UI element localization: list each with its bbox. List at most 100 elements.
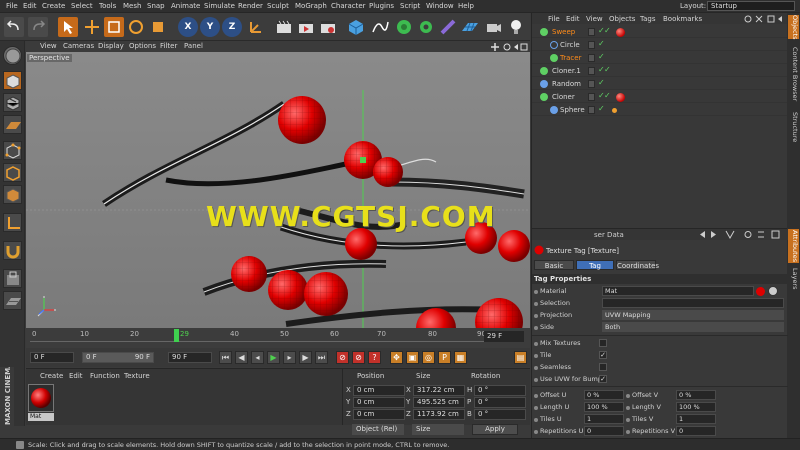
snap-button[interactable] bbox=[3, 241, 22, 260]
material-menu-function[interactable]: Function bbox=[90, 372, 120, 380]
repetitions-v-field[interactable]: 0 bbox=[676, 426, 716, 436]
rotation-p-field[interactable]: 0 ° bbox=[474, 397, 526, 408]
menu-tools[interactable]: Tools bbox=[99, 2, 116, 10]
animation-dot[interactable] bbox=[534, 378, 538, 382]
texture-tag-icon[interactable] bbox=[616, 28, 625, 37]
animation-dot[interactable] bbox=[534, 418, 538, 422]
edges-mode-button[interactable] bbox=[3, 163, 22, 182]
texture-tag-icon[interactable] bbox=[616, 93, 625, 102]
axis-y-button[interactable]: Y bbox=[200, 17, 220, 37]
animation-dot[interactable] bbox=[534, 366, 538, 370]
menu-mesh[interactable]: Mesh bbox=[123, 2, 141, 10]
timeline-window-button[interactable]: ▤ bbox=[514, 351, 527, 364]
texture-mode-button[interactable] bbox=[3, 93, 22, 112]
apply-button[interactable]: Apply bbox=[472, 424, 518, 435]
menu-simulate[interactable]: Simulate bbox=[204, 2, 235, 10]
offset-u-field[interactable]: 0 % bbox=[584, 390, 624, 400]
animation-dot[interactable] bbox=[534, 430, 538, 434]
menu-select[interactable]: Select bbox=[71, 2, 93, 10]
visibility-toggle[interactable] bbox=[588, 67, 595, 75]
workplane-mode-button[interactable] bbox=[3, 115, 22, 134]
visibility-toggle[interactable] bbox=[588, 93, 595, 101]
material-menu-edit[interactable]: Edit bbox=[69, 372, 83, 380]
viewport-menu-cameras[interactable]: Cameras bbox=[63, 42, 94, 50]
viewport-menu-view[interactable]: View bbox=[40, 42, 57, 50]
frame-ruler[interactable]: 0 10 20 29 40 50 60 70 80 90 bbox=[30, 330, 506, 342]
end-frame-field[interactable]: 90 F bbox=[168, 352, 212, 363]
go-to-end-button[interactable]: ⏭ bbox=[315, 351, 328, 364]
tab-layers[interactable]: Layers bbox=[788, 267, 799, 291]
enabled-check-icon[interactable]: ✓ bbox=[604, 26, 611, 35]
menu-edit[interactable]: Edit bbox=[23, 2, 37, 10]
visibility-toggle[interactable] bbox=[588, 106, 595, 114]
move-tool-button[interactable] bbox=[82, 17, 102, 37]
live-selection-button[interactable] bbox=[58, 17, 78, 37]
perspective-viewport[interactable]: Perspective WWW.CGTSJ.COM bbox=[26, 52, 530, 328]
key-rotation-button[interactable]: ◎ bbox=[422, 351, 435, 364]
material-menu-create[interactable]: Create bbox=[40, 372, 63, 380]
link-arrow-icon[interactable] bbox=[768, 286, 778, 296]
object-row-circle[interactable]: Circle ✓ bbox=[532, 39, 788, 51]
object-row-cloner-1[interactable]: Cloner.1 ✓ ✓ bbox=[532, 65, 788, 77]
points-mode-button[interactable] bbox=[3, 141, 22, 160]
projection-select[interactable]: UVW Mapping bbox=[602, 310, 784, 320]
viewport-menu-filter[interactable]: Filter bbox=[160, 42, 177, 50]
animation-dot[interactable] bbox=[626, 430, 630, 434]
position-z-field[interactable]: 0 cm bbox=[353, 409, 405, 420]
animation-dot[interactable] bbox=[626, 418, 630, 422]
om-menu-objects[interactable]: Objects bbox=[609, 15, 635, 23]
seamless-checkbox[interactable] bbox=[599, 363, 607, 371]
tiles-u-field[interactable]: 1 bbox=[584, 414, 624, 424]
record-button[interactable]: ⊘ bbox=[336, 351, 349, 364]
layout-select[interactable]: Startup bbox=[707, 1, 795, 11]
repetitions-u-field[interactable]: 0 bbox=[584, 426, 624, 436]
polygons-mode-button[interactable] bbox=[3, 185, 22, 204]
key-position-button[interactable]: ✥ bbox=[390, 351, 403, 364]
size-z-field[interactable]: 1173.92 cm bbox=[413, 409, 465, 420]
axis-x-button[interactable]: X bbox=[178, 17, 198, 37]
timeline-ruler[interactable]: 0 10 20 29 40 50 60 70 80 90 29 F bbox=[26, 328, 530, 348]
make-editable-button[interactable] bbox=[3, 46, 22, 65]
add-environment-button[interactable] bbox=[460, 17, 480, 37]
add-cube-button[interactable] bbox=[346, 17, 366, 37]
coordinate-mode-select[interactable]: Object (Rel) bbox=[352, 424, 404, 435]
tab-structure[interactable]: Structure bbox=[788, 109, 799, 145]
render-view-button[interactable] bbox=[274, 17, 294, 37]
menu-create[interactable]: Create bbox=[42, 2, 65, 10]
selection-field[interactable] bbox=[602, 298, 784, 308]
tab-coordinates[interactable]: Coordinates bbox=[616, 260, 659, 270]
material-name-label[interactable]: Mat bbox=[28, 413, 54, 421]
object-row-sphere[interactable]: Sphere ✓ bbox=[532, 104, 788, 116]
tab-tag[interactable]: Tag bbox=[576, 260, 614, 270]
render-settings-button[interactable] bbox=[318, 17, 338, 37]
om-header-icons[interactable] bbox=[744, 15, 784, 23]
attribute-nav-icons[interactable] bbox=[698, 230, 784, 239]
go-to-start-button[interactable]: ⏮ bbox=[219, 351, 232, 364]
add-light-button[interactable] bbox=[506, 17, 526, 37]
enabled-check-icon[interactable]: ✓ bbox=[598, 39, 605, 48]
menu-plugins[interactable]: Plugins bbox=[369, 2, 394, 10]
object-row-tracer[interactable]: Tracer ✓ bbox=[532, 52, 788, 64]
render-picture-viewer-button[interactable] bbox=[296, 17, 316, 37]
keyframe-selection-button[interactable]: ? bbox=[368, 351, 381, 364]
animation-dot[interactable] bbox=[626, 394, 630, 398]
om-menu-file[interactable]: File bbox=[548, 15, 560, 23]
animation-dot[interactable] bbox=[534, 342, 538, 346]
menu-render[interactable]: Render bbox=[238, 2, 263, 10]
start-frame-field[interactable]: 0 F bbox=[30, 352, 74, 363]
model-mode-button[interactable] bbox=[3, 71, 22, 90]
add-nurbs-button[interactable] bbox=[394, 17, 414, 37]
material-swatch[interactable] bbox=[28, 384, 54, 412]
length-u-field[interactable]: 100 % bbox=[584, 402, 624, 412]
rotation-h-field[interactable]: 0 ° bbox=[474, 385, 526, 396]
visibility-toggle[interactable] bbox=[588, 28, 595, 36]
tile-checkbox[interactable]: ✓ bbox=[599, 351, 607, 359]
om-menu-bookmarks[interactable]: Bookmarks bbox=[663, 15, 702, 23]
menu-sculpt[interactable]: Sculpt bbox=[267, 2, 289, 10]
offset-v-field[interactable]: 0 % bbox=[676, 390, 716, 400]
size-mode-select[interactable]: Size bbox=[412, 424, 464, 435]
viewport-menu-options[interactable]: Options bbox=[129, 42, 156, 50]
position-x-field[interactable]: 0 cm bbox=[353, 385, 405, 396]
current-frame-field[interactable]: 29 F bbox=[484, 331, 524, 342]
tab-basic[interactable]: Basic bbox=[534, 260, 574, 270]
